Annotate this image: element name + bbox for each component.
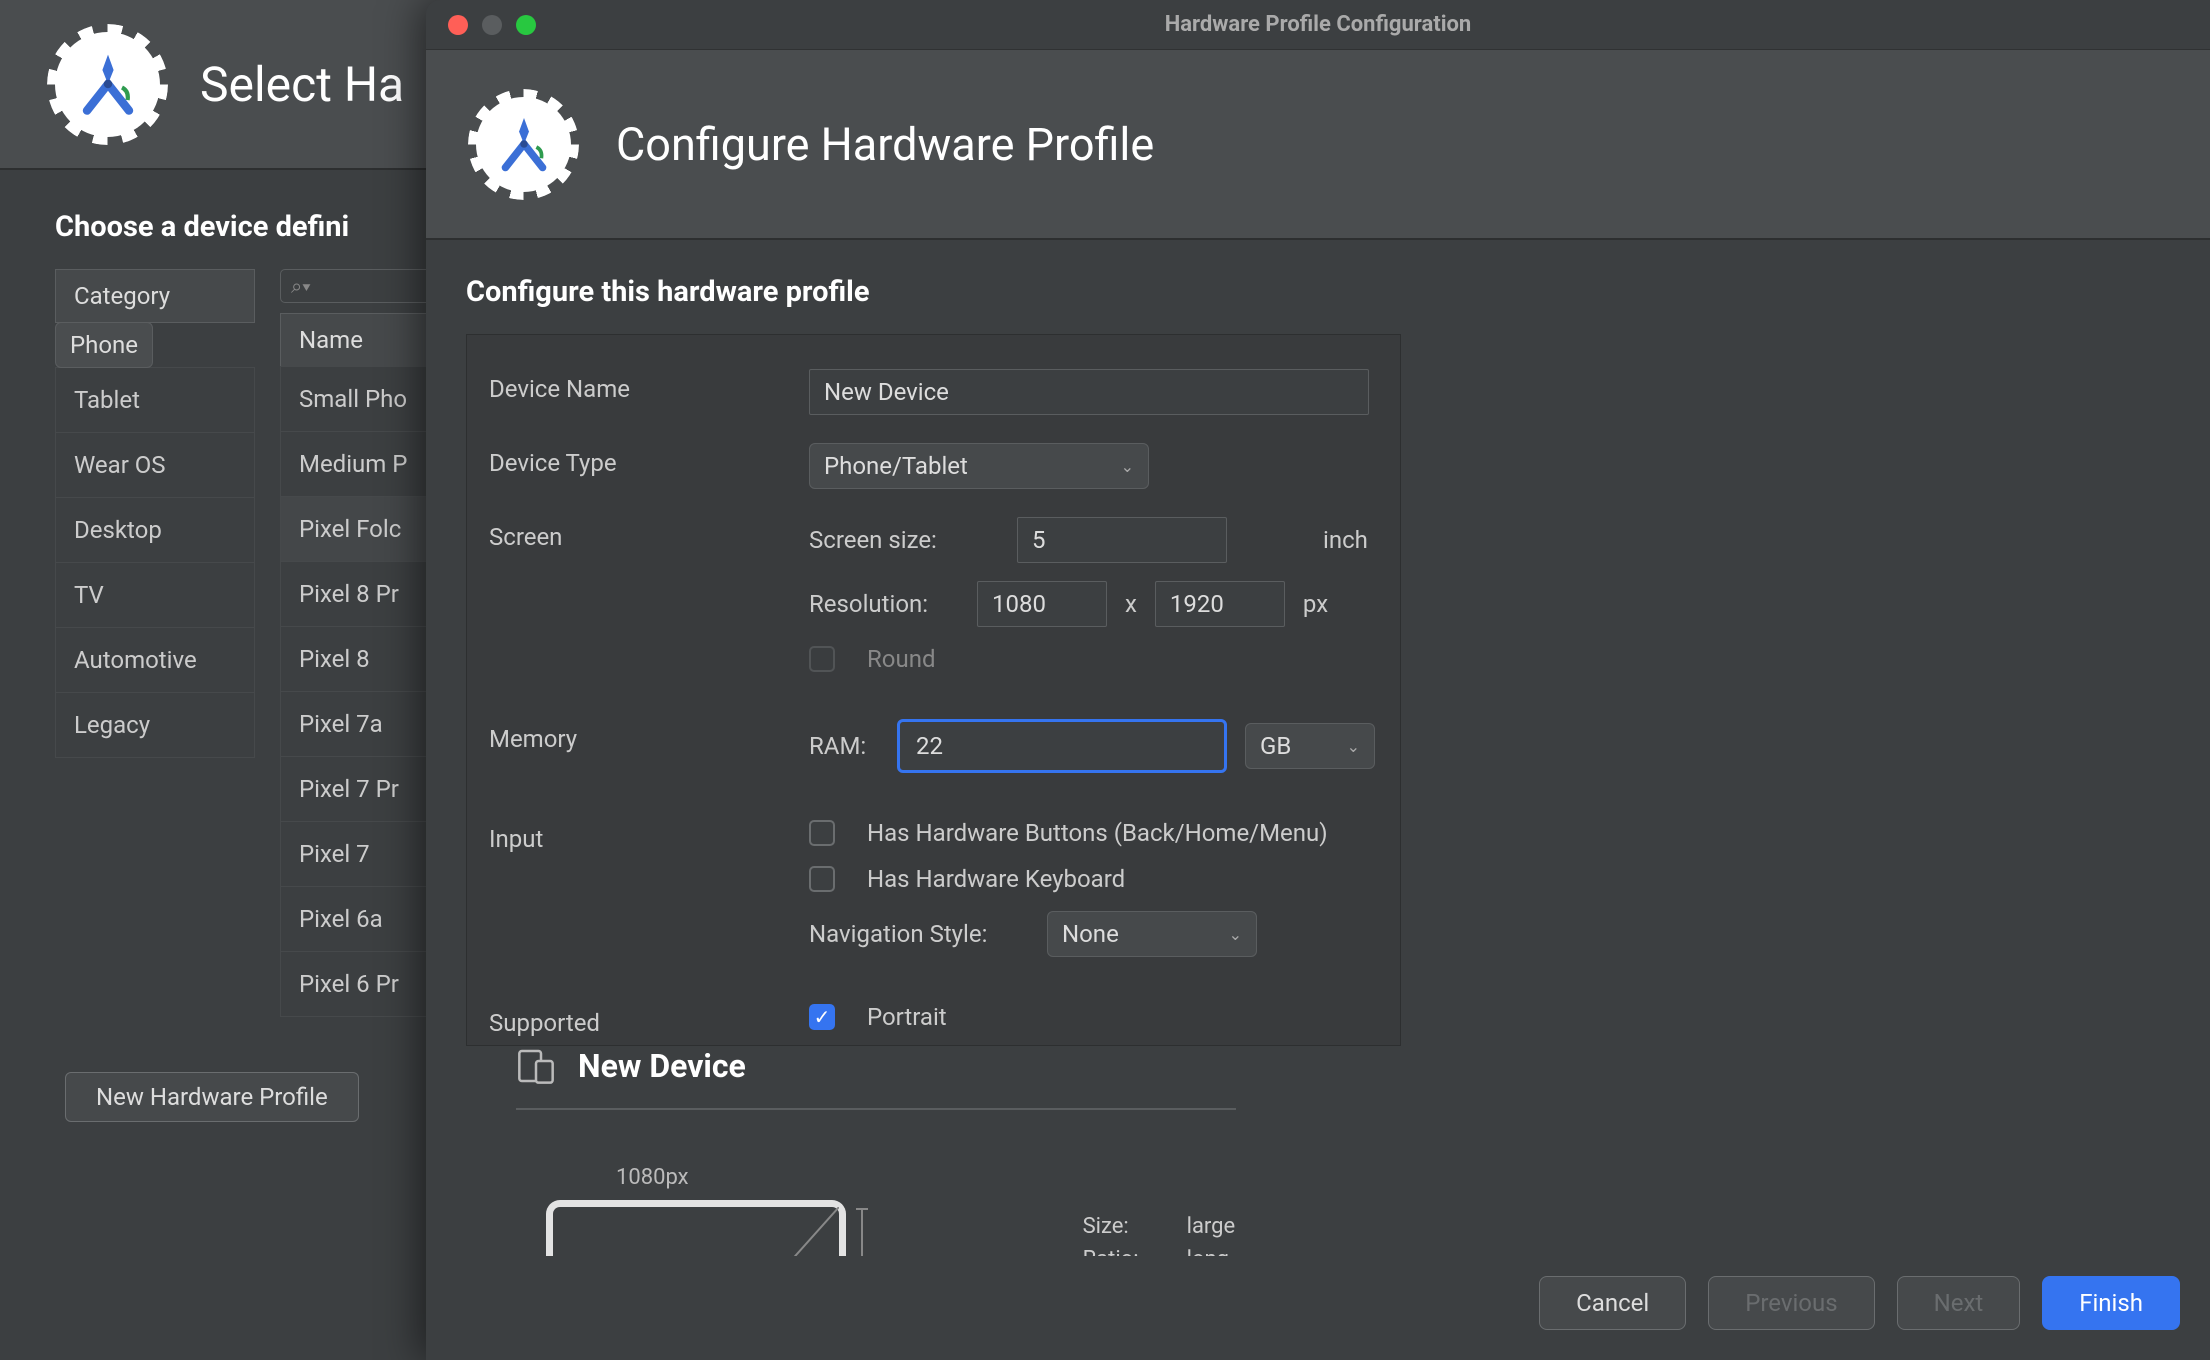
device-preview-panel: New Device 1080px 1920px 5.0" Size:large… <box>516 1046 1236 1256</box>
screen-label: Screen <box>489 517 809 551</box>
category-item-tv[interactable]: TV <box>55 562 255 628</box>
next-button: Next <box>1897 1276 2021 1330</box>
previous-button: Previous <box>1708 1276 1874 1330</box>
device-item[interactable]: Medium P <box>280 431 440 497</box>
portrait-checkbox[interactable]: ✓ <box>809 1004 835 1030</box>
inch-unit-label: inch <box>1323 526 1368 554</box>
memory-label: Memory <box>489 719 809 753</box>
hardware-buttons-label: Has Hardware Buttons (Back/Home/Menu) <box>867 819 1328 847</box>
device-item[interactable]: Pixel 7a <box>280 691 440 757</box>
category-item-phone[interactable]: Phone <box>55 322 153 368</box>
device-search-input[interactable]: ⌕▾ <box>280 269 440 303</box>
device-item[interactable]: Small Pho <box>280 366 440 432</box>
device-item[interactable]: Pixel 7 Pr <box>280 756 440 822</box>
device-type-label: Device Type <box>489 443 809 477</box>
device-item[interactable]: Pixel 8 <box>280 626 440 692</box>
section-title: Configure this hardware profile <box>466 275 2170 309</box>
new-hardware-profile-button[interactable]: New Hardware Profile <box>65 1072 359 1122</box>
round-checkbox <box>809 646 835 672</box>
resolution-width-input[interactable] <box>977 581 1107 627</box>
resolution-height-input[interactable] <box>1155 581 1285 627</box>
ram-unit-value: GB <box>1260 732 1291 760</box>
hardware-profile-dialog: Hardware Profile Configuration Configure… <box>426 0 2210 1360</box>
screen-size-input[interactable] <box>1017 517 1227 563</box>
chevron-down-icon: ⌄ <box>1121 457 1134 476</box>
category-item-automotive[interactable]: Automotive <box>55 627 255 693</box>
device-item[interactable]: Pixel 6 Pr <box>280 951 440 1017</box>
category-item-desktop[interactable]: Desktop <box>55 497 255 563</box>
navigation-style-label: Navigation Style: <box>809 920 1029 948</box>
devices-icon <box>516 1046 556 1086</box>
window-maximize-button[interactable] <box>516 15 536 35</box>
device-item[interactable]: Pixel Folc <box>280 496 440 562</box>
hardware-keyboard-checkbox[interactable] <box>809 866 835 892</box>
dialog-header-title: Configure Hardware Profile <box>616 118 1154 171</box>
chevron-down-icon: ⌄ <box>1229 925 1242 944</box>
device-name-label: Device Name <box>489 369 809 403</box>
dialog-header: Configure Hardware Profile <box>426 50 2210 240</box>
supported-label: Supported <box>489 1003 809 1037</box>
back-window-title: Select Ha <box>200 56 404 113</box>
category-item-tablet[interactable]: Tablet <box>55 367 255 433</box>
round-label: Round <box>867 645 936 673</box>
preview-width-label: 1080px <box>616 1165 689 1190</box>
device-name-input[interactable] <box>809 369 1369 415</box>
hardware-keyboard-label: Has Hardware Keyboard <box>867 865 1125 893</box>
input-label: Input <box>489 819 809 853</box>
hardware-form-panel: Device Name Device Type Phone/Tablet ⌄ S… <box>466 334 1401 1046</box>
android-studio-logo-icon <box>476 97 571 192</box>
finish-button[interactable]: Finish <box>2042 1276 2180 1330</box>
name-column-header[interactable]: Name <box>280 313 440 367</box>
hardware-buttons-checkbox[interactable] <box>809 820 835 846</box>
preview-device-name: New Device <box>578 1047 746 1085</box>
device-type-value: Phone/Tablet <box>824 452 968 480</box>
dialog-button-bar: Cancel Previous Next Finish <box>426 1256 2210 1360</box>
px-unit-label: px <box>1303 590 1328 618</box>
dialog-window-title: Hardware Profile Configuration <box>1165 12 1472 37</box>
height-indicator-icon <box>861 1208 863 1256</box>
device-type-select[interactable]: Phone/Tablet ⌄ <box>809 443 1149 489</box>
device-item[interactable]: Pixel 6a <box>280 886 440 952</box>
navigation-style-select[interactable]: None ⌄ <box>1047 911 1257 957</box>
category-item-legacy[interactable]: Legacy <box>55 692 255 758</box>
screen-size-label: Screen size: <box>809 526 999 554</box>
ram-input[interactable] <box>897 719 1227 773</box>
preview-stats: Size:large Ratio:long Density:mdpi <box>1083 1210 1236 1256</box>
search-icon: ⌕▾ <box>291 274 311 298</box>
resolution-label: Resolution: <box>809 590 959 618</box>
ram-unit-select[interactable]: GB ⌄ <box>1245 723 1375 769</box>
portrait-label: Portrait <box>867 1003 947 1031</box>
device-preview-diagram: 1080px 1920px 5.0" Size:large Ratio:long… <box>516 1160 1236 1256</box>
cancel-button[interactable]: Cancel <box>1539 1276 1686 1330</box>
device-item[interactable]: Pixel 7 <box>280 821 440 887</box>
device-item[interactable]: Pixel 8 Pr <box>280 561 440 627</box>
chevron-down-icon: ⌄ <box>1347 737 1360 756</box>
ram-label: RAM: <box>809 732 879 760</box>
category-item-wear-os[interactable]: Wear OS <box>55 432 255 498</box>
x-separator: x <box>1125 590 1137 618</box>
android-studio-logo-icon <box>55 32 160 137</box>
window-close-button[interactable] <box>448 15 468 35</box>
category-column-header[interactable]: Category <box>55 269 255 323</box>
navigation-style-value: None <box>1062 920 1119 948</box>
dialog-titlebar: Hardware Profile Configuration <box>426 0 2210 50</box>
window-minimize-button[interactable] <box>482 15 502 35</box>
